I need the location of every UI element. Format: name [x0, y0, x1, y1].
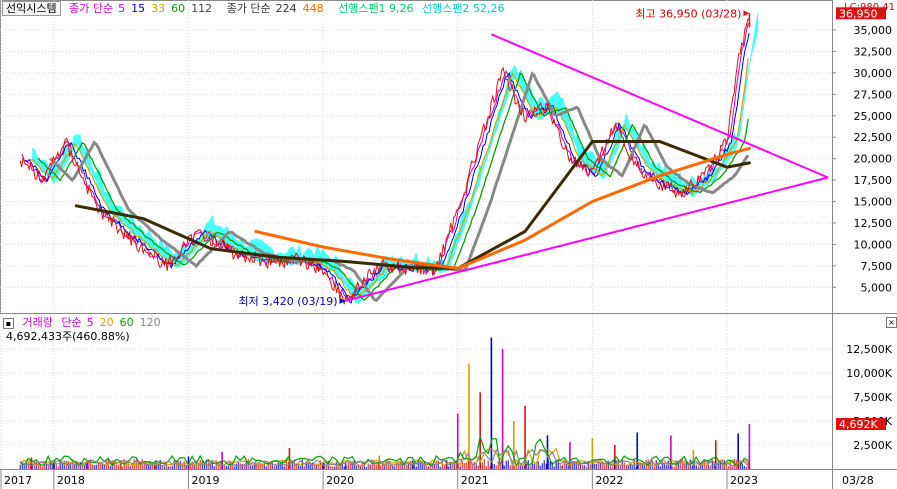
low-annotation: 최저 3,420 (03/19) — [239, 295, 338, 308]
year-label: 2017 — [4, 474, 32, 487]
period-33: 33 — [151, 2, 166, 15]
price-tick-label: 17,500 — [854, 174, 893, 187]
period-60: 60 — [119, 316, 134, 329]
price-tick-label: 25,000 — [854, 110, 893, 123]
price-tick-label: 10,000 — [854, 238, 893, 251]
price-tick-label: 20,000 — [854, 153, 893, 166]
volume-ma-periods: 5 20 60 120 — [87, 316, 167, 329]
high-annotation: 최고 36,950 (03/28) — [635, 7, 741, 20]
ma2-label: 종가 단순 — [226, 2, 271, 15]
volume-toggle-icon[interactable]: ▪ — [3, 318, 14, 329]
year-label: 2023 — [730, 474, 758, 487]
price-legend: 선익시스템 종가 단순 5 15 33 60 112 종가 단순 224 448 선행스팬1 … — [2, 1, 510, 16]
stock-chart-window: 2017 2018 2019 2020 2021 2022 2023 03/28 5,000 7,… — [0, 0, 897, 489]
volume-close-icon[interactable]: × — [886, 317, 897, 328]
ma-label: 종가 단순 — [69, 2, 114, 15]
price-tick-label: 27,500 — [854, 88, 893, 101]
trend2-label: 선행스팬2 52,26 — [422, 2, 505, 15]
price-tick-label: 12,500 — [854, 217, 893, 230]
volume-tick-label: 7,500K — [853, 391, 892, 404]
volume-value-text: 4,692,433주(460.88%) — [6, 330, 130, 343]
corner-label: LC:980.41 — [844, 2, 895, 13]
period-60: 60 — [171, 2, 186, 15]
period-448: 448 — [302, 2, 324, 15]
period-112: 112 — [191, 2, 213, 15]
volume-tick-label: 10,000K — [846, 367, 892, 380]
stock-name-badge[interactable]: 선익시스템 — [2, 1, 61, 16]
year-label: 2022 — [595, 474, 623, 487]
price-tick-label: 15,000 — [854, 196, 893, 209]
year-label: 2021 — [461, 474, 489, 487]
volume-tick-label: 12,500K — [846, 343, 892, 356]
volume-legend: ▪ 거래량 단순 5 20 60 120 — [3, 316, 172, 330]
ma-periods: 5 15 33 60 112 — [118, 2, 218, 15]
volume-tick-label: 2,500K — [853, 439, 892, 452]
period-20: 20 — [99, 316, 114, 329]
price-tick-label: 7,500 — [861, 260, 893, 273]
period-5: 5 — [118, 2, 126, 15]
period-224: 224 — [275, 2, 297, 15]
period-15: 15 — [131, 2, 146, 15]
price-tick-label: 30,000 — [854, 67, 893, 80]
volume-ma-label: 단순 — [61, 316, 82, 329]
price-chart[interactable]: 2017 2018 2019 2020 2021 2022 2023 03/28 5,000 7,… — [0, 0, 897, 489]
last-volume-badge-text: 4,692K — [839, 418, 878, 431]
period-5: 5 — [86, 316, 94, 329]
price-tick-label: 22,500 — [854, 131, 893, 144]
price-tick-label: 32,500 — [854, 45, 893, 58]
period-120: 120 — [139, 316, 161, 329]
ma2-periods: 224 448 — [276, 2, 330, 15]
price-tick-label: 35,000 — [854, 24, 893, 37]
trend1-label: 선행스팬1 9,26 — [338, 2, 414, 15]
right-date-label: 03/28 — [842, 474, 874, 487]
year-label: 2018 — [57, 474, 85, 487]
year-label: 2020 — [326, 474, 354, 487]
price-tick-label: 5,000 — [861, 281, 893, 294]
year-label: 2019 — [191, 474, 219, 487]
volume-label: 거래량 — [22, 316, 53, 329]
